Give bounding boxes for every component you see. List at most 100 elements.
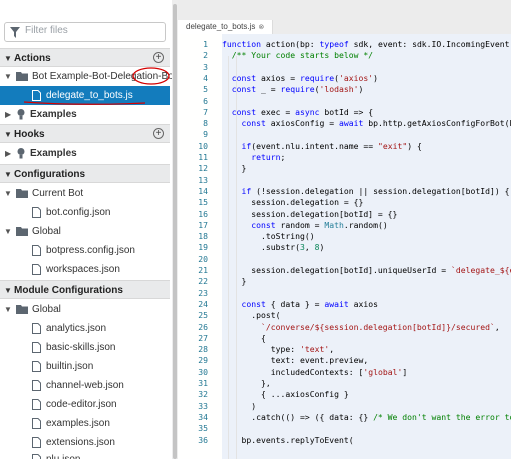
code-text: if (!session.delegation || session.deleg… xyxy=(222,185,510,196)
add-action-button[interactable]: + xyxy=(153,52,164,63)
add-hook-button[interactable]: + xyxy=(153,128,164,139)
code-line[interactable]: 10 if(event.nlu.intent.name == "exit") { xyxy=(178,141,511,152)
line-number: 28 xyxy=(198,344,208,355)
code-line[interactable]: 16 session.delegation[botId] = {} xyxy=(178,209,511,220)
line-number: 35 xyxy=(198,423,208,434)
line-number: 13 xyxy=(198,174,208,185)
tree-folder-current-bot[interactable]: ▼ Current Bot xyxy=(0,184,170,203)
code-line[interactable]: 33 ) xyxy=(178,401,511,412)
actions-section-header[interactable]: ▼ Actions + xyxy=(0,48,170,67)
module-configurations-section-header[interactable]: ▼ Module Configurations xyxy=(0,280,170,299)
code-line[interactable]: 7 const exec = async botId => { xyxy=(178,107,511,118)
file-explorer-sidebar: ▼ Actions + ▼ Bot Example-Bot-Delegation… xyxy=(0,0,173,459)
lightbulb-icon xyxy=(17,148,25,159)
caret-down-icon: ▼ xyxy=(4,170,12,179)
code-line[interactable]: 32 { ...axiosConfig } xyxy=(178,389,511,400)
editor-tab-delegate-to-bots[interactable]: delegate_to_bots.js ⊗ xyxy=(178,20,274,34)
code-line[interactable]: 36 bp.events.replyToEvent( xyxy=(178,435,511,446)
tree-file-basic-skills[interactable]: basic-skills.json xyxy=(0,338,170,357)
tree-file-bot-config[interactable]: bot.config.json xyxy=(0,203,170,222)
code-line[interactable]: 25 .post( xyxy=(178,310,511,321)
code-line[interactable]: 29 text: event.preview, xyxy=(178,355,511,366)
code-line[interactable]: 9 xyxy=(178,129,511,140)
code-line[interactable]: 8 const axiosConfig = await bp.http.getA… xyxy=(178,118,511,129)
code-text: .post( xyxy=(222,310,281,321)
code-text: const exec = async botId => { xyxy=(222,106,374,117)
tree-file-analytics[interactable]: analytics.json xyxy=(0,319,170,338)
line-number: 27 xyxy=(198,332,208,343)
code-line[interactable]: 4 const axios = require('axios') xyxy=(178,73,511,84)
code-line[interactable]: 24 const { data } = await axios xyxy=(178,299,511,310)
tree-file-nlu[interactable]: nlu.json xyxy=(0,450,170,459)
code-line[interactable]: 2 /** Your code starts below */ xyxy=(178,50,511,61)
code-line[interactable]: 18 .toString() xyxy=(178,231,511,242)
scrollbar-thumb[interactable] xyxy=(173,4,177,459)
folder-icon xyxy=(16,305,28,314)
code-line[interactable]: 19 .substr(3, 8) xyxy=(178,242,511,253)
code-line[interactable]: 28 type: 'text', xyxy=(178,344,511,355)
line-number: 19 xyxy=(198,242,208,253)
tree-folder-global-config[interactable]: ▼ Global xyxy=(0,222,170,241)
file-icon xyxy=(32,207,41,218)
tree-file-label: analytics.json xyxy=(46,323,107,334)
configurations-section-header[interactable]: ▼ Configurations xyxy=(0,164,170,183)
tree-folder-label: Global xyxy=(32,226,61,237)
tree-file-botpress-config[interactable]: botpress.config.json xyxy=(0,241,170,260)
folder-icon xyxy=(16,227,28,236)
code-text: bp.events.replyToEvent( xyxy=(222,434,354,445)
code-line[interactable]: 17 const random = Math.random() xyxy=(178,220,511,231)
line-number: 10 xyxy=(198,140,208,151)
code-line[interactable]: 15 session.delegation = {} xyxy=(178,197,511,208)
file-icon xyxy=(32,342,41,353)
code-line[interactable]: 11 return; xyxy=(178,152,511,163)
tree-folder-bot-example[interactable]: ▼ Bot Example-Bot-Delegation-Bot-1 xyxy=(0,67,172,86)
code-line[interactable]: 13 xyxy=(178,175,511,186)
code-line[interactable]: 27 { xyxy=(178,333,511,344)
code-line[interactable]: 6 xyxy=(178,96,511,107)
tree-folder-actions-examples[interactable]: ▶ Examples xyxy=(0,105,170,124)
code-line[interactable]: 31 }, xyxy=(178,378,511,389)
line-number: 14 xyxy=(198,185,208,196)
code-line[interactable]: 35 xyxy=(178,423,511,434)
code-lines[interactable]: 1 function action(bp: typeof sdk, event: … xyxy=(178,34,511,459)
code-line[interactable]: 14 if (!session.delegation || session.de… xyxy=(178,186,511,197)
code-editor[interactable]: delegate_to_bots.js ⊗ 1 function action(bp… xyxy=(178,0,511,459)
filter-files-input[interactable] xyxy=(25,25,155,36)
code-line[interactable]: 5 const _ = require('lodash') xyxy=(178,84,511,95)
tree-file-examples[interactable]: examples.json xyxy=(0,414,170,433)
tree-file-channel-web[interactable]: channel-web.json xyxy=(0,376,170,395)
caret-down-icon: ▼ xyxy=(4,72,12,81)
code-line[interactable]: 23 xyxy=(178,288,511,299)
code-text: session.delegation[botId] = {} xyxy=(222,208,398,219)
code-text: .catch(() => ({ data: {} /* We don't wan… xyxy=(222,411,511,422)
line-number: 34 xyxy=(198,411,208,422)
code-line[interactable]: 21 session.delegation[botId].uniqueUserI… xyxy=(178,265,511,276)
code-line[interactable]: 22 } xyxy=(178,276,511,287)
hooks-section-header[interactable]: ▼ Hooks + xyxy=(0,124,170,143)
filter-files-box[interactable] xyxy=(4,22,166,42)
tree-file-code-editor[interactable]: code-editor.json xyxy=(0,395,170,414)
code-line[interactable]: 12 } xyxy=(178,163,511,174)
line-number: 16 xyxy=(198,208,208,219)
tree-file-builtin[interactable]: builtin.json xyxy=(0,357,170,376)
tree-folder-module-global[interactable]: ▼ Global xyxy=(0,300,170,319)
code-text: includedContexts: ['global'] xyxy=(222,366,408,377)
code-line[interactable]: 20 xyxy=(178,254,511,265)
tree-file-delegate-to-bots[interactable]: delegate_to_bots.js xyxy=(0,86,170,105)
code-text: `/converse/${session.delegation[botId]}/… xyxy=(222,321,500,332)
line-number: 6 xyxy=(203,95,208,106)
code-line[interactable]: 26 `/converse/${session.delegation[botId… xyxy=(178,322,511,333)
caret-right-icon: ▶ xyxy=(5,110,12,119)
close-tab-icon[interactable]: ⊗ xyxy=(258,24,264,31)
code-line[interactable]: 30 includedContexts: ['global'] xyxy=(178,367,511,378)
code-text: .toString() xyxy=(222,231,315,242)
tree-file-workspaces[interactable]: workspaces.json xyxy=(0,260,170,279)
tree-folder-hooks-examples[interactable]: ▶ Examples xyxy=(0,144,170,163)
code-line[interactable]: 1 function action(bp: typeof sdk, event: … xyxy=(178,39,511,50)
code-text: const axios = require('axios') xyxy=(222,72,378,83)
code-line[interactable]: 34 .catch(() => ({ data: {} /* We don't … xyxy=(178,412,511,423)
code-line[interactable]: 3 xyxy=(178,62,511,73)
line-number: 15 xyxy=(198,197,208,208)
tree-file-label: channel-web.json xyxy=(46,380,124,391)
code-text: }, xyxy=(222,378,271,388)
